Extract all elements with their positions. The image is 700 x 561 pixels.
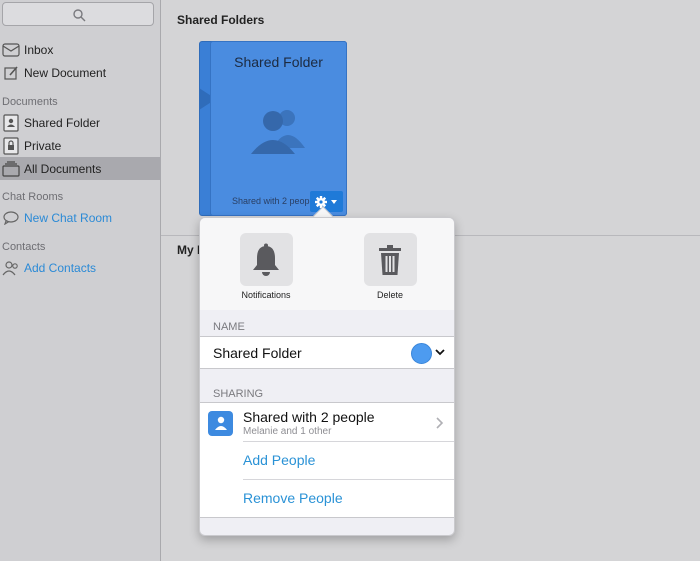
sidebar: Inbox New Document Documents Shared Fold…	[0, 0, 161, 561]
people-icon	[251, 110, 305, 154]
add-people-link[interactable]: Add People	[243, 452, 315, 468]
shared-with-subtitle: Melanie and 1 other	[243, 426, 332, 437]
sidebar-item-label: Add Contacts	[24, 260, 97, 275]
sidebar-item-label: Private	[24, 138, 62, 153]
row-divider	[243, 479, 454, 480]
page-title: Shared Folders	[177, 13, 265, 27]
remove-people-link[interactable]: Remove People	[243, 490, 343, 506]
popover-actions: Notifications Delete	[200, 218, 454, 310]
section-contacts: Contacts	[2, 241, 46, 253]
delete-label: Delete	[376, 290, 403, 300]
trash-icon	[379, 244, 401, 275]
inbox-icon	[2, 41, 20, 59]
person-icon	[208, 411, 233, 436]
stack-icon	[2, 160, 20, 178]
chevron-down-icon[interactable]	[435, 347, 445, 357]
people-icon	[2, 259, 20, 277]
sidebar-item-private[interactable]: Private	[0, 134, 161, 157]
lock-folder-icon	[2, 136, 20, 155]
sharing-section-label: SHARING	[213, 388, 264, 400]
magnifier-icon	[73, 9, 86, 22]
folder-name-input[interactable]: Shared Folder	[213, 345, 302, 361]
chevron-right-icon	[436, 417, 444, 429]
sidebar-item-new-chat-room[interactable]: New Chat Room	[0, 206, 161, 229]
gear-icon	[314, 195, 337, 208]
folder-name-row: Shared Folder	[200, 336, 454, 369]
sharing-list: Shared with 2 people Melanie and 1 other…	[200, 402, 454, 518]
folder-options-popover: Notifications Delete NAME Shared Folder	[199, 217, 455, 536]
notifications-button[interactable]: Notifications	[230, 233, 302, 300]
sidebar-item-label: Inbox	[24, 42, 54, 57]
row-divider	[243, 441, 454, 442]
sidebar-item-inbox[interactable]: Inbox	[0, 38, 161, 61]
sidebar-item-shared-folder[interactable]: Shared Folder	[0, 111, 161, 134]
sidebar-item-label: New Chat Room	[24, 210, 113, 225]
shared-folder-icon	[2, 113, 20, 132]
shared-with-row[interactable]: Shared with 2 people Melanie and 1 other	[200, 403, 454, 441]
sidebar-item-new-document[interactable]: New Document	[0, 61, 161, 84]
chat-bubble-icon	[2, 209, 20, 227]
folder-color-picker[interactable]	[411, 343, 432, 364]
sidebar-item-label: All Documents	[24, 161, 102, 176]
bell-icon	[253, 243, 279, 276]
section-documents: Documents	[2, 96, 58, 108]
sidebar-item-label: New Document	[24, 65, 107, 80]
folder-shared-text: Shared with 2 people	[232, 196, 312, 206]
shared-with-title: Shared with 2 people	[243, 409, 375, 425]
search-field[interactable]	[2, 2, 154, 26]
name-section-label: NAME	[213, 321, 245, 333]
section-chat-rooms: Chat Rooms	[2, 191, 64, 203]
notifications-label: Notifications	[241, 290, 291, 300]
sidebar-item-all-documents[interactable]: All Documents	[0, 157, 161, 180]
delete-button[interactable]: Delete	[354, 233, 426, 300]
sidebar-item-label: Shared Folder	[24, 115, 101, 130]
sidebar-item-add-contacts[interactable]: Add Contacts	[0, 256, 161, 279]
folder-title: Shared Folder	[234, 54, 323, 70]
compose-icon	[2, 64, 20, 82]
